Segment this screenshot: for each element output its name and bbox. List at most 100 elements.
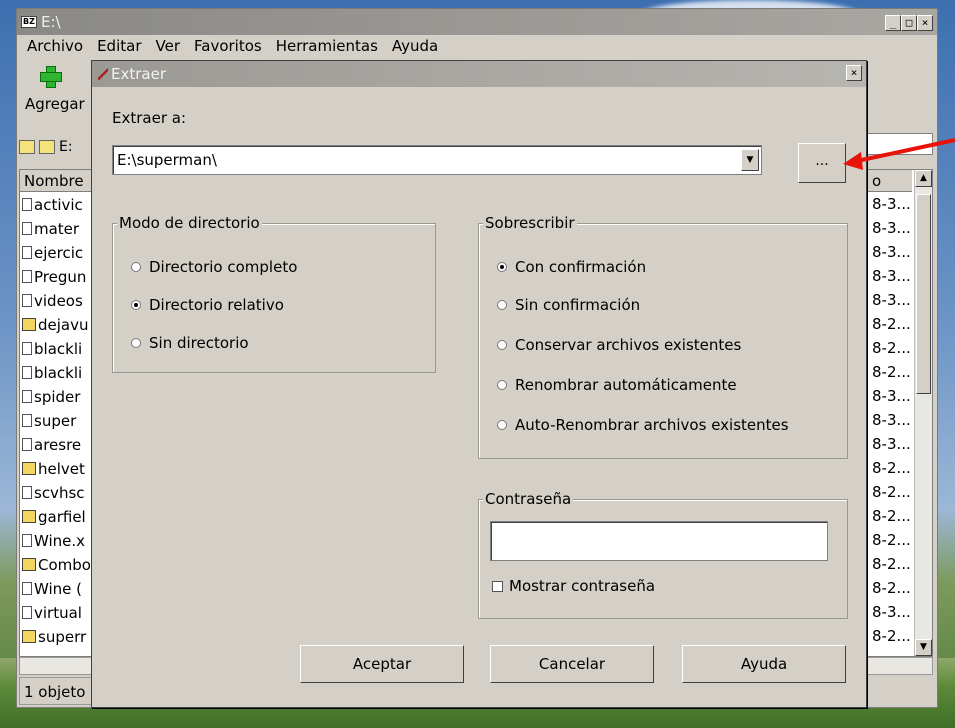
show-password-label: Mostrar contraseña <box>509 577 656 595</box>
dialog-close-button[interactable]: × <box>846 65 862 81</box>
scroll-up-arrow-icon[interactable]: ▲ <box>915 170 932 187</box>
file-name: Pregun <box>34 267 87 286</box>
file-row-date[interactable]: 8-2... <box>872 362 911 383</box>
file-row-date[interactable]: 8-3... <box>872 194 911 215</box>
menu-ver[interactable]: Ver <box>156 37 181 59</box>
file-row-date[interactable]: 8-3... <box>872 266 911 287</box>
main-title-bar[interactable]: BZ E:\ <box>17 9 937 35</box>
chevron-down-icon[interactable]: ▼ <box>741 149 759 171</box>
file-name: garfiel <box>38 507 86 526</box>
file-row-date[interactable]: 8-3... <box>872 218 911 239</box>
horizontal-scrollbar-right[interactable] <box>867 657 933 675</box>
document-icon <box>22 582 32 595</box>
file-row-name[interactable]: Pregun <box>22 266 86 287</box>
radio-label: Conservar archivos existentes <box>515 336 742 354</box>
file-row-date[interactable]: 8-3... <box>872 410 911 431</box>
radio-relative-directory[interactable]: Directorio relativo <box>131 296 284 314</box>
file-row-name[interactable]: blackli <box>22 338 82 359</box>
scroll-down-arrow-icon[interactable]: ▼ <box>915 639 932 656</box>
font-file-icon <box>22 318 36 331</box>
file-row-name[interactable]: videos <box>22 290 83 311</box>
directory-mode-title: Modo de directorio <box>117 214 262 232</box>
file-row-date[interactable]: 8-3... <box>872 242 911 263</box>
file-row-date[interactable]: 8-2... <box>872 482 911 503</box>
address-text[interactable]: E: <box>59 139 73 155</box>
file-row-date[interactable]: 8-2... <box>872 554 911 575</box>
file-row-date[interactable]: 8-2... <box>872 578 911 599</box>
radio-label: Sin directorio <box>149 334 249 352</box>
file-name: videos <box>34 291 83 310</box>
document-icon <box>22 486 32 499</box>
document-icon <box>22 342 32 355</box>
file-row-name[interactable]: aresre <box>22 434 81 455</box>
file-row-date[interactable]: 8-2... <box>872 626 911 647</box>
document-icon <box>22 270 32 283</box>
file-name: scvhsc <box>34 483 85 502</box>
maximize-button[interactable]: □ <box>901 15 917 31</box>
accept-button[interactable]: Aceptar <box>300 645 464 683</box>
radio-selected-icon <box>497 262 507 272</box>
scroll-thumb[interactable] <box>916 194 931 394</box>
file-row-date[interactable]: 8-2... <box>872 530 911 551</box>
radio-with-confirmation[interactable]: Con confirmación <box>497 258 646 276</box>
close-button[interactable]: × <box>917 15 933 31</box>
dialog-title: Extraer <box>111 65 166 83</box>
radio-keep-existing[interactable]: Conservar archivos existentes <box>497 336 741 354</box>
file-row-name[interactable]: superr <box>22 626 86 647</box>
file-row-date[interactable]: 8-3... <box>872 434 911 455</box>
column-header-date[interactable]: o <box>868 170 912 192</box>
file-row-name[interactable]: Wine.x <box>22 530 85 551</box>
menu-archivo[interactable]: Archivo <box>27 37 83 59</box>
vertical-scrollbar[interactable]: ▲ ▼ <box>914 170 932 656</box>
radio-no-directory[interactable]: Sin directorio <box>131 334 249 352</box>
menu-herramientas[interactable]: Herramientas <box>276 37 378 59</box>
file-row-date[interactable]: 8-2... <box>872 506 911 527</box>
menu-ayuda[interactable]: Ayuda <box>392 37 438 59</box>
address-input-right[interactable] <box>867 133 933 155</box>
file-row-date[interactable]: 8-3... <box>872 602 911 623</box>
checkbox-icon <box>492 580 503 592</box>
file-row-name[interactable]: dejavu <box>22 314 89 335</box>
radio-without-confirmation[interactable]: Sin confirmación <box>497 296 640 314</box>
file-row-date[interactable]: 8-3... <box>872 386 911 407</box>
radio-icon <box>497 380 507 390</box>
file-row-name[interactable]: scvhsc <box>22 482 85 503</box>
horizontal-scrollbar-left[interactable] <box>19 657 99 675</box>
help-button[interactable]: Ayuda <box>682 645 846 683</box>
file-row-name[interactable]: spider <box>22 386 80 407</box>
file-row-name[interactable]: garfiel <box>22 506 86 527</box>
radio-auto-rename-existing[interactable]: Auto-Renombrar archivos existentes <box>497 416 789 434</box>
dialog-title-bar[interactable]: Extraer <box>92 61 866 87</box>
app-icon: BZ <box>21 16 37 28</box>
file-row-name[interactable]: ejercic <box>22 242 83 263</box>
menu-favoritos[interactable]: Favoritos <box>194 37 262 59</box>
file-row-date[interactable]: 8-3... <box>872 290 911 311</box>
radio-auto-rename[interactable]: Renombrar automáticamente <box>497 376 737 394</box>
column-header-name[interactable]: Nombre <box>20 170 100 192</box>
radio-label: Sin confirmación <box>515 296 641 314</box>
file-row-date[interactable]: 8-2... <box>872 458 911 479</box>
file-row-date[interactable]: 8-2... <box>872 314 911 335</box>
password-input[interactable] <box>490 521 828 561</box>
overwrite-title: Sobrescribir <box>483 214 577 232</box>
menu-editar[interactable]: Editar <box>97 37 141 59</box>
radio-full-directory[interactable]: Directorio completo <box>131 258 297 276</box>
toolbar-add-button[interactable]: Agregar <box>19 61 99 127</box>
file-name: activic <box>34 195 83 214</box>
file-row-name[interactable]: blackli <box>22 362 82 383</box>
file-row-name[interactable]: activic <box>22 194 83 215</box>
browse-button[interactable]: ... <box>798 143 846 183</box>
file-name: helvet <box>38 459 85 478</box>
file-row-name[interactable]: helvet <box>22 458 85 479</box>
file-row-name[interactable]: super <box>22 410 76 431</box>
folder-up-icon[interactable] <box>19 140 35 154</box>
extract-path-combobox[interactable]: E:\superman\ ▼ <box>112 145 762 175</box>
file-row-name[interactable]: Wine ( <box>22 578 82 599</box>
minimize-button[interactable]: _ <box>885 15 901 31</box>
file-row-name[interactable]: virtual <box>22 602 82 623</box>
file-row-date[interactable]: 8-2... <box>872 338 911 359</box>
show-password-checkbox[interactable]: Mostrar contraseña <box>492 577 655 595</box>
file-row-name[interactable]: Combo <box>22 554 91 575</box>
cancel-button[interactable]: Cancelar <box>490 645 654 683</box>
file-row-name[interactable]: mater <box>22 218 79 239</box>
